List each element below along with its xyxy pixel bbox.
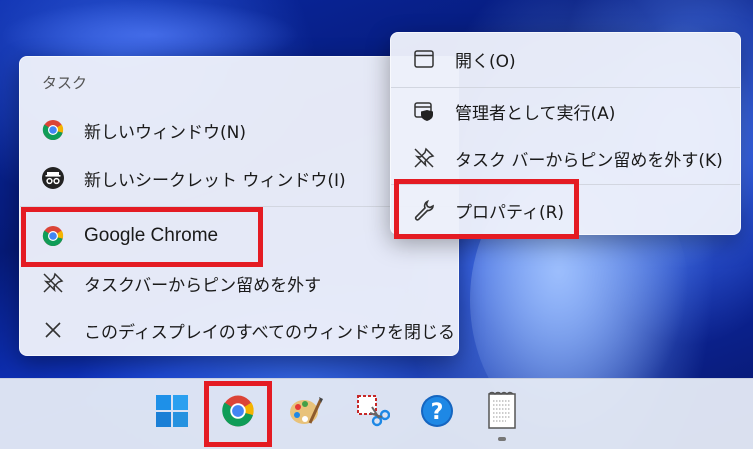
chrome-icon — [221, 394, 255, 432]
window-icon — [411, 46, 437, 72]
menu-separator — [391, 87, 740, 88]
unpin-icon — [411, 145, 437, 171]
windows-start-icon — [154, 393, 190, 433]
jump-item-close-all[interactable]: このディスプレイのすべてのウィンドウを閉じる — [26, 308, 455, 352]
jump-item-label: このディスプレイのすべてのウィンドウを閉じる — [84, 322, 455, 343]
chrome-icon — [40, 117, 66, 143]
start-button[interactable] — [150, 388, 194, 438]
jump-list-header: タスク — [42, 74, 88, 92]
snipping-tool-icon — [354, 393, 391, 433]
taskbar-chrome-button[interactable] — [216, 388, 260, 438]
highlight-box-properties — [394, 179, 579, 239]
unpin-icon — [40, 270, 66, 296]
taskbar-help-button[interactable]: ? — [415, 388, 459, 438]
jump-item-label: 新しいウィンドウ(N) — [84, 122, 246, 143]
taskbar-notepad-button[interactable] — [480, 388, 524, 438]
jump-item-new-window[interactable]: 新しいウィンドウ(N) — [26, 108, 452, 152]
jump-item-label: 新しいシークレット ウィンドウ(I) — [84, 170, 346, 191]
highlight-box-google-chrome — [21, 207, 263, 267]
notepad-icon — [484, 391, 520, 435]
svg-text:?: ? — [431, 400, 444, 425]
paint-icon — [288, 393, 324, 433]
running-indicator — [498, 437, 506, 441]
close-icon — [40, 317, 66, 343]
ctx-item-run-as-admin[interactable]: 管理者として実行(A) — [397, 89, 734, 133]
ctx-item-label: 開く(O) — [455, 51, 516, 72]
taskbar-snipping-tool-button[interactable] — [350, 388, 394, 438]
ctx-item-label: タスク バーからピン留めを外す(K) — [455, 150, 723, 171]
help-icon: ? — [419, 393, 455, 433]
ctx-item-label: 管理者として実行(A) — [455, 103, 616, 124]
incognito-icon — [40, 165, 66, 191]
ctx-item-open[interactable]: 開く(O) — [397, 37, 734, 81]
jump-item-label: タスクバーからピン留めを外す — [84, 275, 322, 296]
shield-icon — [411, 98, 437, 124]
jump-item-incognito-window[interactable]: 新しいシークレット ウィンドウ(I) — [26, 156, 452, 200]
taskbar-paint-button[interactable] — [284, 388, 328, 438]
ctx-item-unpin[interactable]: タスク バーからピン留めを外す(K) — [397, 136, 734, 180]
jump-item-unpin[interactable]: タスクバーからピン留めを外す — [26, 261, 452, 305]
